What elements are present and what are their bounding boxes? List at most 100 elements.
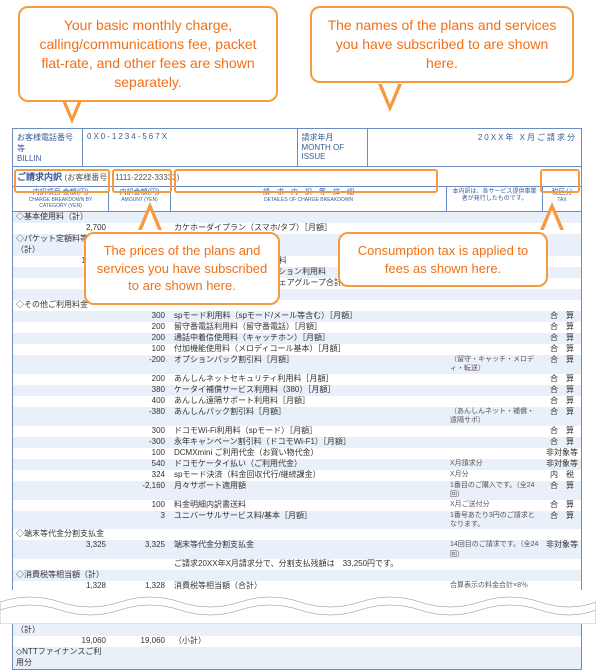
cell-tax — [543, 289, 581, 300]
cell-detail: 料金明細内訳書送料 — [171, 500, 447, 511]
cell-category — [13, 481, 109, 500]
col-details: 請 求 内 訳 等 詳 細 DETAILES OF CHARGE BREAKDO… — [171, 187, 447, 211]
cell-detail: 留守番電話利用料（留守番電話）［月額］ — [171, 322, 447, 333]
cell-category: ◇基本使用料（計） — [13, 212, 109, 223]
cell-amount: 100 — [109, 448, 171, 459]
cell-note — [447, 333, 543, 344]
cell-tax: 合 算 — [543, 385, 581, 396]
table-row: 380ケータイ補償サービス利用料（380）［月額］ 合 算 — [13, 385, 581, 396]
cell-note — [447, 636, 543, 647]
cell-detail: spモード決済（料金回収代行/継続課金） — [171, 470, 447, 481]
cell-detail: ケータイ補償サービス利用料（380）［月額］ — [171, 385, 447, 396]
cell-detail: spモード利用料（spモード/メール等含む）［月額］ — [171, 311, 447, 322]
cell-category: ◇端末等代金分割支払金 — [13, 529, 109, 540]
cell-note: （あんしんネット・補償・遠隔サポ） — [447, 407, 543, 426]
cell-detail: ご請求20XX年X月請求分で、分割支払残額は 33,250円です。 — [171, 559, 447, 570]
cell-category — [13, 374, 109, 385]
cell-detail: DCMXmini ご利用代金（お買い物代金） — [171, 448, 447, 459]
cell-tax — [543, 559, 581, 570]
table-row: 200あんしんネットセキュリティ利用料［月額］合 算 — [13, 374, 581, 385]
cell-category — [13, 322, 109, 333]
cell-tax: 合 算 — [543, 511, 581, 530]
cell-note — [447, 385, 543, 396]
cell-tax: 非対象等 — [543, 540, 581, 559]
cell-amount: 3,325 — [109, 540, 171, 559]
cell-note: 1番号あたり3円のご請求となります。 — [447, 511, 543, 530]
cell-tax — [543, 529, 581, 540]
table-row: 200通話中着信使用料（キャッチホン）［月額］ 合 算 — [13, 333, 581, 344]
cell-category: 19,060 — [13, 636, 109, 647]
table-row: ◇基本使用料（計） — [13, 212, 581, 223]
arrow-up-icon — [540, 202, 564, 230]
issue-label-jp: 請求年月 — [302, 132, 363, 143]
table-row: -300永年キャンペーン割引料（ドコモWi-F1）［月額］合 算 — [13, 437, 581, 448]
cell-note — [447, 322, 543, 333]
cust-no-value: 1111-2222-33333) — [115, 173, 179, 182]
phone-label-en: BILLIN — [17, 154, 78, 163]
breakdown-title-text: ご請求内訳 — [17, 172, 62, 182]
cell-category — [13, 448, 109, 459]
cell-note: X月分 — [447, 470, 543, 481]
cell-detail: あんしんネットセキュリティ利用料［月額］ — [171, 374, 447, 385]
col-amt-jp: 内訳金額(円) — [112, 189, 167, 197]
cell-detail: 永年キャンペーン割引料（ドコモWi-F1）［月額］ — [171, 437, 447, 448]
cell-tax — [543, 636, 581, 647]
breakdown-title: ご請求内訳 (お客様番号：1111-2222-33333) — [13, 167, 581, 187]
cell-category — [13, 437, 109, 448]
table-row: -2,160月々サポート適用額1番目のご購入です。（全24回）合 算 — [13, 481, 581, 500]
cell-amount: 324 — [109, 470, 171, 481]
cell-category — [13, 407, 109, 426]
col-cat-en: CHARGE BREAKDOWN BY CATEGORY (YEN) — [16, 197, 105, 209]
cell-detail: 月々サポート適用額 — [171, 481, 447, 500]
table-row: 300ドコモWi-Fi利用料（spモード）［月額］合 算 — [13, 426, 581, 437]
cell-amount: 200 — [109, 333, 171, 344]
column-headers: 内訳項目 金額(円) CHARGE BREAKDOWN BY CATEGORY … — [13, 187, 581, 212]
table-row: -200オプションパック割引料［月額］（留守・キャッチ・メロディ・転送）合 算 — [13, 355, 581, 374]
cell-category — [13, 311, 109, 322]
table-row: 100DCMXmini ご利用代金（お買い物代金） 非対象等 — [13, 448, 581, 459]
cell-tax — [543, 570, 581, 581]
cell-category — [13, 459, 109, 470]
table-row: 540ドコモケータイ払い（ご利用代金）X月請求分非対象等 — [13, 459, 581, 470]
cell-amount: 300 — [109, 426, 171, 437]
cell-detail: ドコモケータイ払い（ご利用代金） — [171, 459, 447, 470]
cell-tax: 合 算 — [543, 407, 581, 426]
callout-mid-right: Consumption tax is applied to fees as sh… — [338, 232, 548, 287]
table-row: 19,06019,060（小計） — [13, 636, 581, 647]
cell-tax: 合 算 — [543, 426, 581, 437]
cell-category — [13, 396, 109, 407]
table-row: 324spモード決済（料金回収代行/継続課金）X月分内 税 — [13, 470, 581, 481]
col-det-en: DETAILES OF CHARGE BREAKDOWN — [174, 197, 443, 203]
cell-detail: 通話中着信使用料（キャッチホン）［月額］ — [171, 333, 447, 344]
col-tax-jp: 税区分 — [546, 189, 578, 197]
cell-amount: 400 — [109, 396, 171, 407]
cell-category — [13, 355, 109, 374]
cell-tax: 合 算 — [543, 396, 581, 407]
cell-amount: 3 — [109, 511, 171, 530]
cell-tax: 合 算 — [543, 311, 581, 322]
cell-tax: 合 算 — [543, 355, 581, 374]
cell-detail: あんしんパック割引料［月額］ — [171, 407, 447, 426]
callout-top-left: Your basic monthly charge, calling/commu… — [18, 6, 278, 102]
cell-category — [13, 385, 109, 396]
cell-note — [447, 289, 543, 300]
cell-note: 1番目のご購入です。（全24回） — [447, 481, 543, 500]
cell-note: 14回目のご請求です。（全24回） — [447, 540, 543, 559]
cell-category — [13, 333, 109, 344]
cell-amount: 200 — [109, 374, 171, 385]
phone-label: お客様電話番号等 BILLIN — [13, 129, 83, 166]
table-row: 3,3253,325端末等代金分割支払金14回目のご請求です。（全24回）非対象… — [13, 540, 581, 559]
cell-tax: 合 算 — [543, 437, 581, 448]
cell-detail — [171, 529, 447, 540]
cell-category — [13, 426, 109, 437]
table-row: 100料金明細内訳書送料X月ご送付分合 算 — [13, 500, 581, 511]
table-row: ご請求20XX年X月請求分で、分割支払残額は 33,250円です。 — [13, 559, 581, 570]
arrow-up-icon — [138, 202, 162, 230]
table-row: 400あんしん遠隔サポート利用料［月額］合 算 — [13, 396, 581, 407]
cell-amount: 380 — [109, 385, 171, 396]
cell-tax: 非対象等 — [543, 448, 581, 459]
cell-note — [447, 647, 543, 669]
cell-tax: 合 算 — [543, 333, 581, 344]
cell-tax: 非対象等 — [543, 459, 581, 470]
cell-tax: 合 算 — [543, 481, 581, 500]
